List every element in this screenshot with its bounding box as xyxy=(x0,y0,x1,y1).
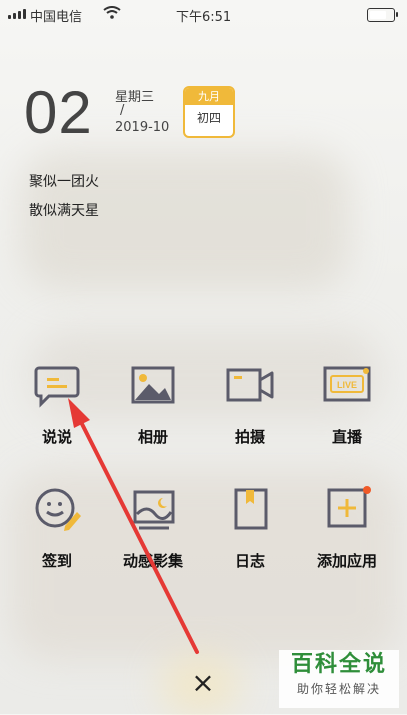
watermark-title: 百科全说 xyxy=(290,652,387,677)
close-button[interactable]: × xyxy=(184,664,222,702)
annotation-arrow xyxy=(68,398,199,654)
close-icon: × xyxy=(191,666,215,699)
watermark-subtitle: 助你轻松解决 xyxy=(296,682,381,696)
watermark: 百科全说 助你轻松解决 xyxy=(279,650,399,708)
